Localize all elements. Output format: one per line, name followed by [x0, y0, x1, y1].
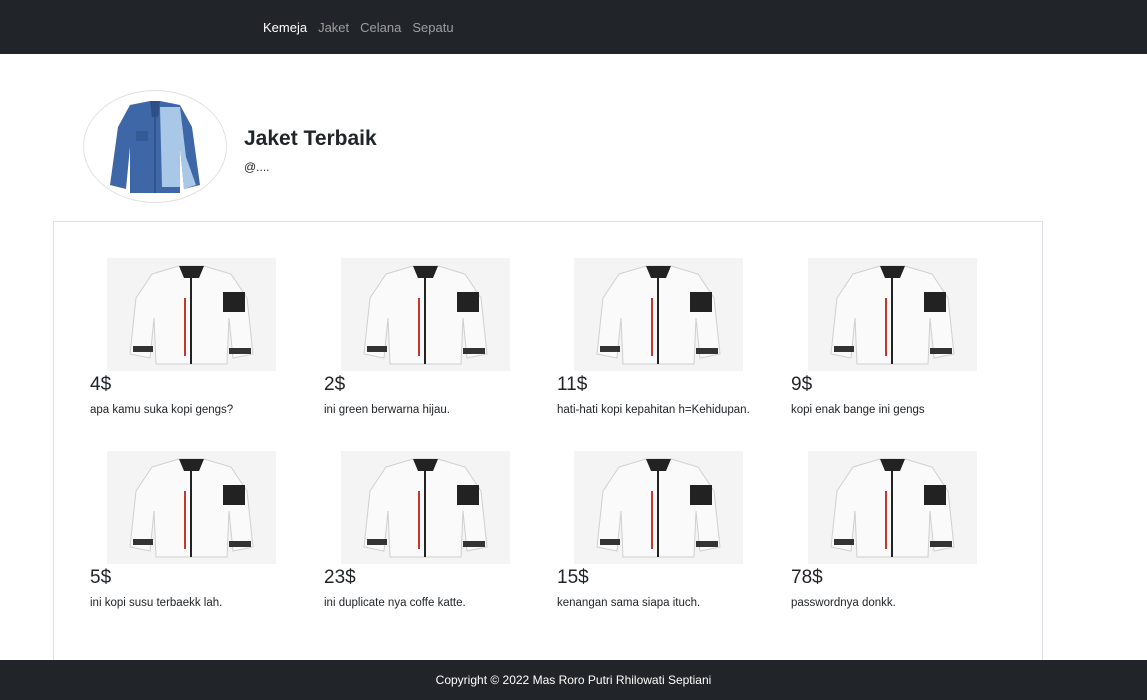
white-jacket-image: [107, 258, 276, 371]
product-image: [808, 451, 977, 564]
white-jacket-image: [808, 258, 977, 371]
product-description: kopi enak bange ini gengs: [791, 404, 925, 416]
product-image: [808, 258, 977, 371]
page-title: Jaket Terbaik: [244, 127, 377, 150]
copyright-text: Copyright © 2022 Mas Roro Putri Rhilowat…: [435, 673, 712, 687]
white-jacket-image: [107, 451, 276, 564]
product-card[interactable]: 78$ passwordnya donkk.: [791, 451, 1011, 621]
footer: Copyright © 2022 Mas Roro Putri Rhilowat…: [0, 660, 1147, 700]
product-description: passwordnya donkk.: [791, 597, 896, 609]
product-description: ini kopi susu terbaekk lah.: [90, 597, 223, 609]
product-price: 11$: [557, 374, 588, 395]
product-card[interactable]: 2$ ini green berwarna hijau.: [324, 258, 544, 428]
product-image: [107, 258, 276, 371]
product-card[interactable]: 9$ kopi enak bange ini gengs: [791, 258, 1011, 428]
product-card[interactable]: 23$ ini duplicate nya coffe katte.: [324, 451, 544, 621]
nav-link-kemeja[interactable]: Kemeja: [263, 20, 307, 35]
product-description: apa kamu suka kopi gengs?: [90, 404, 234, 416]
product-price: 78$: [791, 567, 823, 588]
product-price: 23$: [324, 567, 356, 588]
product-card[interactable]: 11$ hati-hati kopi kepahitan h=Kehidupan…: [557, 258, 777, 428]
nav-link-jaket[interactable]: Jaket: [318, 20, 349, 35]
product-image: [574, 451, 743, 564]
white-jacket-image: [341, 258, 510, 371]
nav-link-celana[interactable]: Celana: [360, 20, 401, 35]
profile-handle: @....: [244, 160, 270, 174]
top-navbar: Kemeja Jaket Celana Sepatu: [0, 0, 1147, 54]
denim-jacket-image: [110, 100, 200, 193]
product-grid: 4$ apa kamu suka kopi gengs? 2$ ini gree…: [53, 221, 1043, 661]
white-jacket-image: [574, 451, 743, 564]
product-image: [341, 258, 510, 371]
product-image: [341, 451, 510, 564]
product-price: 2$: [324, 374, 346, 395]
nav-link-sepatu[interactable]: Sepatu: [412, 20, 453, 35]
product-card[interactable]: 4$ apa kamu suka kopi gengs?: [90, 258, 310, 428]
product-image: [107, 451, 276, 564]
profile-image: [83, 90, 227, 203]
product-description: hati-hati kopi kepahitan h=Kehidupan.: [557, 404, 750, 416]
product-card[interactable]: 15$ kenangan sama siapa ituch.: [557, 451, 777, 621]
product-description: ini green berwarna hijau.: [324, 404, 450, 416]
product-image: [574, 258, 743, 371]
product-price: 9$: [791, 374, 813, 395]
white-jacket-image: [574, 258, 743, 371]
nav-links: Kemeja Jaket Celana Sepatu: [263, 20, 454, 35]
white-jacket-image: [808, 451, 977, 564]
white-jacket-image: [341, 451, 510, 564]
product-card[interactable]: 5$ ini kopi susu terbaekk lah.: [90, 451, 310, 621]
product-price: 4$: [90, 374, 112, 395]
product-description: ini duplicate nya coffe katte.: [324, 597, 466, 609]
product-description: kenangan sama siapa ituch.: [557, 597, 701, 609]
product-price: 15$: [557, 567, 589, 588]
product-price: 5$: [90, 567, 112, 588]
